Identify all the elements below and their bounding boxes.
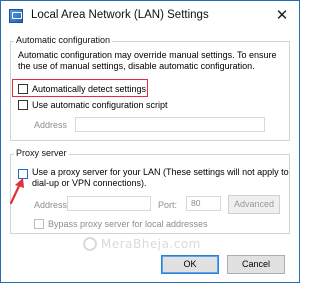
red-arrow-annotation (9, 178, 24, 205)
title-bar: Local Area Network (LAN) Settings ✕ (1, 1, 299, 31)
use-config-script-label[interactable]: Use automatic configuration script (32, 100, 168, 110)
automatic-config-description-line2: the use of manual settings, disable auto… (18, 61, 255, 71)
script-address-label: Address (34, 120, 68, 130)
watermark-text: MeraBheja.com (101, 237, 201, 251)
proxy-port-label: Port: (158, 200, 178, 210)
close-button[interactable]: ✕ (271, 5, 293, 25)
proxy-address-label: Address: (34, 200, 70, 210)
script-address-input[interactable] (75, 117, 265, 132)
automatic-config-description-line1: Automatic configuration may override man… (18, 50, 277, 60)
use-proxy-label-line1[interactable]: Use a proxy server for your LAN (These s… (32, 167, 289, 177)
ok-button[interactable]: OK (161, 255, 219, 274)
bypass-local-label[interactable]: Bypass proxy server for local addresses (48, 219, 208, 229)
use-proxy-label-line2[interactable]: dial-up or VPN connections). (32, 178, 147, 188)
merabheja-logo-icon (83, 237, 97, 251)
auto-detect-highlight-box (12, 79, 148, 97)
lan-settings-dialog: Local Area Network (LAN) Settings ✕ Auto… (0, 0, 300, 283)
proxy-server-label: Proxy server (14, 148, 69, 158)
network-settings-icon (9, 9, 23, 23)
proxy-address-input[interactable] (67, 196, 151, 211)
bypass-local-checkbox[interactable] (34, 219, 44, 229)
cancel-button[interactable]: Cancel (227, 255, 285, 274)
window-title: Local Area Network (LAN) Settings (31, 9, 209, 21)
proxy-port-input[interactable]: 80 (186, 196, 221, 211)
automatic-configuration-label: Automatic configuration (14, 35, 113, 45)
use-config-script-checkbox[interactable] (18, 100, 28, 110)
advanced-button[interactable]: Advanced (228, 195, 280, 214)
